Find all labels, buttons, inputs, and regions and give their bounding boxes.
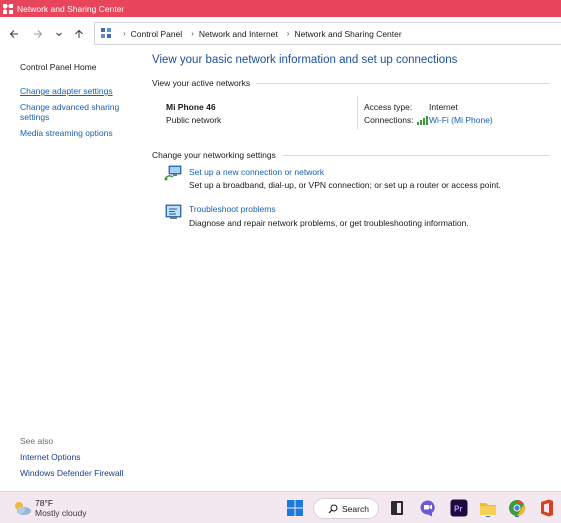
- page-title: View your basic network information and …: [152, 54, 458, 66]
- forward-arrow-icon: [34, 30, 43, 38]
- back-arrow-icon: [9, 30, 18, 38]
- taskbar-search[interactable]: Search: [313, 498, 379, 519]
- sidebar: Control Panel Home Change adapter settin…: [20, 62, 140, 141]
- weather-condition: Mostly cloudy: [35, 508, 87, 518]
- section-divider: [256, 82, 549, 84]
- breadcrumb-control-panel[interactable]: Control Panel: [131, 29, 183, 39]
- breadcrumb-separator-icon: ›: [191, 29, 194, 38]
- navigation-bar: › Control Panel › Network and Internet ›…: [0, 22, 561, 46]
- up-arrow-icon: [75, 29, 83, 38]
- network-type: Public network: [166, 115, 222, 125]
- change-settings-header: Change your networking settings: [152, 150, 549, 160]
- sidebar-item-change-adapter-settings[interactable]: Change adapter settings: [20, 86, 140, 96]
- sidebar-item-control-panel-home[interactable]: Control Panel Home: [20, 62, 140, 72]
- see-also-windows-defender-firewall[interactable]: Windows Defender Firewall: [20, 468, 123, 478]
- title-bar: Network and Sharing Center: [0, 0, 561, 17]
- see-also-internet-options[interactable]: Internet Options: [20, 452, 123, 462]
- search-label: Search: [342, 503, 369, 514]
- connection-wifi-link[interactable]: Wi-Fi (Mi Phone): [429, 115, 493, 125]
- search-icon: [328, 504, 338, 513]
- wifi-signal-icon: [417, 116, 428, 125]
- address-bar[interactable]: › Control Panel › Network and Internet ›…: [94, 22, 561, 45]
- control-panel-icon: [101, 28, 112, 39]
- troubleshoot-problems-link[interactable]: Troubleshoot problems: [189, 204, 276, 214]
- recent-locations-button[interactable]: [48, 23, 70, 45]
- access-type-value: Internet: [429, 102, 458, 112]
- set-up-connection-description: Set up a broadband, dial-up, or VPN conn…: [189, 180, 501, 190]
- window-title: Network and Sharing Center: [17, 3, 125, 14]
- troubleshoot-icon: [165, 204, 182, 219]
- breadcrumb-network-and-internet[interactable]: Network and Internet: [199, 29, 278, 39]
- sidebar-item-change-advanced-sharing[interactable]: Change advanced sharing settings: [20, 102, 140, 122]
- chevron-down-icon: [56, 32, 62, 37]
- network-name: Mi Phone 46: [166, 102, 216, 112]
- active-networks-header-label: View your active networks: [152, 78, 251, 88]
- weather-text: 78°F Mostly cloudy: [35, 498, 87, 518]
- set-up-connection-link[interactable]: Set up a new connection or network: [189, 167, 324, 177]
- file-explorer-icon[interactable]: [479, 499, 497, 517]
- up-button[interactable]: [68, 23, 90, 45]
- network-details-divider: [357, 96, 358, 129]
- weather-widget[interactable]: 78°F Mostly cloudy: [12, 498, 87, 518]
- breadcrumb-separator-icon: ›: [123, 29, 126, 38]
- network-setup-icon: [164, 165, 182, 181]
- partly-cloudy-icon: [15, 502, 31, 515]
- breadcrumb-network-sharing-center[interactable]: Network and Sharing Center: [294, 29, 401, 39]
- troubleshoot-problems-description: Diagnose and repair network problems, or…: [189, 218, 469, 228]
- weather-temperature: 78°F: [35, 498, 54, 508]
- see-also-section: See also Internet Options Windows Defend…: [20, 436, 123, 484]
- office-icon[interactable]: [538, 499, 556, 517]
- task-view-icon[interactable]: [388, 499, 406, 517]
- chrome-icon[interactable]: [508, 499, 526, 517]
- back-button[interactable]: [3, 23, 25, 45]
- breadcrumb-separator-icon: ›: [286, 29, 290, 38]
- svg-text:Pr: Pr: [454, 505, 462, 514]
- sidebar-item-media-streaming[interactable]: Media streaming options: [20, 128, 140, 138]
- connections-label: Connections:: [364, 115, 414, 125]
- forward-button[interactable]: [27, 23, 49, 45]
- chat-icon[interactable]: [419, 499, 437, 517]
- active-networks-header: View your active networks: [152, 78, 549, 88]
- access-type-label: Access type:: [364, 102, 413, 112]
- taskbar: 78°F Mostly cloudy Search Pr: [0, 491, 561, 523]
- windows-start-icon[interactable]: [286, 499, 304, 517]
- see-also-header: See also: [20, 436, 54, 446]
- premiere-icon[interactable]: Pr: [450, 499, 468, 517]
- network-center-icon: [3, 3, 13, 14]
- change-settings-header-label: Change your networking settings: [152, 150, 276, 160]
- section-divider: [281, 154, 549, 156]
